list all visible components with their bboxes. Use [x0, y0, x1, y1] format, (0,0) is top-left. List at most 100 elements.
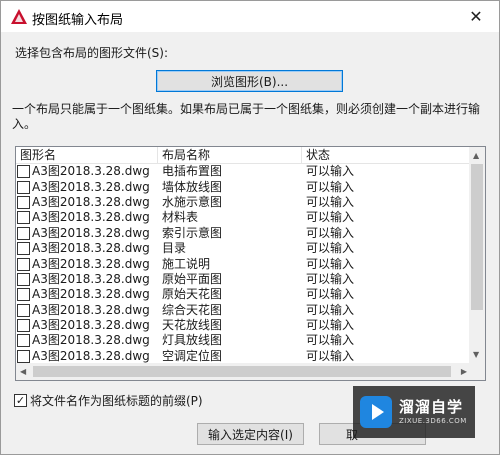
layout-list[interactable]: 图形名 布局名称 状态 A3图2018.3.28.dwg 电插布置图 可以输入 A3图…	[15, 146, 486, 381]
drawing-name: A3图2018.3.28.dwg	[32, 210, 150, 225]
layout-status: 可以输入	[306, 302, 355, 317]
list-row[interactable]: A3图2018.3.28.dwg 水施示意图 可以输入	[16, 195, 471, 210]
drawing-cell: A3图2018.3.28.dwg	[16, 164, 158, 179]
watermark-title: 溜溜自学	[399, 398, 464, 416]
drawing-cell: A3图2018.3.28.dwg	[16, 318, 158, 333]
layout-name: 索引示意图	[162, 225, 223, 240]
drawing-name: A3图2018.3.28.dwg	[32, 287, 150, 302]
scroll-up-icon[interactable]: ▲	[473, 151, 479, 161]
horizontal-scrollbar[interactable]: ◀ ▶	[16, 363, 471, 380]
layout-status: 可以输入	[306, 241, 355, 256]
row-checkbox[interactable]	[17, 349, 30, 363]
drawing-cell: A3图2018.3.28.dwg	[16, 333, 158, 348]
autocad-app-icon	[11, 9, 27, 24]
drawing-name: A3图2018.3.28.dwg	[32, 241, 150, 256]
import-selected-button[interactable]: 输入选定内容(I)	[197, 423, 304, 445]
drawing-cell: A3图2018.3.28.dwg	[16, 272, 158, 287]
row-checkbox[interactable]	[17, 334, 30, 348]
list-row[interactable]: A3图2018.3.28.dwg 施工说明 可以输入	[16, 256, 471, 271]
dialog-title: 按图纸输入布局	[32, 13, 124, 28]
row-checkbox[interactable]	[17, 242, 30, 256]
drawing-name: A3图2018.3.28.dwg	[32, 302, 150, 317]
drawing-cell: A3图2018.3.28.dwg	[16, 257, 158, 272]
list-row[interactable]: A3图2018.3.28.dwg 灯具放线图 可以输入	[16, 333, 471, 348]
layout-name: 原始平面图	[162, 271, 223, 286]
layout-status: 可以输入	[306, 164, 355, 179]
watermark-url: ZIXUE.3D66.COM	[399, 417, 467, 425]
filename-prefix-checkbox[interactable]: ✓ 将文件名作为图纸标题的前缀(P)	[14, 392, 203, 409]
drawing-name: A3图2018.3.28.dwg	[32, 333, 150, 348]
drawing-cell: A3图2018.3.28.dwg	[16, 303, 158, 318]
close-icon: ✕	[469, 7, 483, 26]
check-icon: ✓	[15, 394, 26, 407]
layout-name: 水施示意图	[162, 194, 223, 209]
column-drawing-name[interactable]: 图形名	[16, 147, 158, 164]
list-rows: A3图2018.3.28.dwg 电插布置图 可以输入 A3图2018.3.28.dw…	[16, 164, 471, 364]
row-checkbox[interactable]	[17, 272, 30, 286]
list-row[interactable]: A3图2018.3.28.dwg 空调定位图 可以输入	[16, 349, 471, 364]
drawing-cell: A3图2018.3.28.dwg	[16, 241, 158, 256]
watermark-overlay: 溜溜自学 ZIXUE.3D66.COM	[353, 386, 475, 438]
horizontal-scroll-thumb[interactable]	[33, 366, 451, 377]
layout-status: 可以输入	[306, 179, 355, 194]
row-checkbox[interactable]	[17, 319, 30, 333]
list-row[interactable]: A3图2018.3.28.dwg 原始天花图 可以输入	[16, 287, 471, 302]
layout-name: 墙体放线图	[162, 179, 223, 194]
scroll-down-icon[interactable]: ▼	[473, 350, 479, 360]
drawing-name: A3图2018.3.28.dwg	[32, 164, 150, 179]
row-checkbox[interactable]	[17, 288, 30, 302]
vertical-scroll-thumb[interactable]	[471, 164, 483, 310]
scrollbar-corner	[469, 363, 485, 380]
select-drawing-label: 选择包含布局的图形文件(S):	[15, 46, 169, 60]
layout-status: 可以输入	[306, 333, 355, 348]
column-layout-name[interactable]: 布局名称	[158, 147, 302, 164]
drawing-name: A3图2018.3.28.dwg	[32, 179, 150, 194]
layout-status: 可以输入	[306, 256, 355, 271]
layout-name: 施工说明	[162, 256, 211, 271]
scroll-left-icon[interactable]: ◀	[20, 367, 26, 377]
browse-drawing-button[interactable]: 浏览图形(B)...	[156, 70, 343, 92]
row-checkbox[interactable]	[17, 165, 30, 179]
drawing-cell: A3图2018.3.28.dwg	[16, 287, 158, 302]
list-row[interactable]: A3图2018.3.28.dwg 墙体放线图 可以输入	[16, 179, 471, 194]
row-checkbox[interactable]	[17, 226, 30, 240]
close-button[interactable]: ✕	[453, 1, 499, 32]
column-status[interactable]: 状态	[302, 147, 471, 164]
drawing-cell: A3图2018.3.28.dwg	[16, 210, 158, 225]
play-logo-icon	[360, 396, 392, 428]
layout-name: 原始天花图	[162, 287, 223, 302]
list-row[interactable]: A3图2018.3.28.dwg 原始平面图 可以输入	[16, 272, 471, 287]
checkbox-box[interactable]: ✓	[14, 394, 27, 407]
layout-name: 目录	[162, 241, 187, 256]
drawing-name: A3图2018.3.28.dwg	[32, 225, 150, 240]
row-checkbox[interactable]	[17, 180, 30, 194]
layout-status: 可以输入	[306, 225, 355, 240]
list-row[interactable]: A3图2018.3.28.dwg 综合天花图 可以输入	[16, 303, 471, 318]
layout-status: 可以输入	[306, 210, 355, 225]
filename-prefix-label: 将文件名作为图纸标题的前缀(P)	[30, 394, 203, 408]
row-checkbox[interactable]	[17, 211, 30, 225]
drawing-cell: A3图2018.3.28.dwg	[16, 195, 158, 210]
list-row[interactable]: A3图2018.3.28.dwg 天花放线图 可以输入	[16, 318, 471, 333]
vertical-scrollbar[interactable]: ▲ ▼	[469, 147, 485, 364]
drawing-name: A3图2018.3.28.dwg	[32, 256, 150, 271]
list-row[interactable]: A3图2018.3.28.dwg 电插布置图 可以输入	[16, 164, 471, 179]
layout-name: 综合天花图	[162, 302, 223, 317]
scroll-right-icon[interactable]: ▶	[461, 367, 467, 377]
row-checkbox[interactable]	[17, 195, 30, 209]
drawing-name: A3图2018.3.28.dwg	[32, 318, 150, 333]
row-checkbox[interactable]	[17, 303, 30, 317]
row-checkbox[interactable]	[17, 257, 30, 271]
layout-name: 材料表	[162, 210, 199, 225]
drawing-name: A3图2018.3.28.dwg	[32, 348, 150, 363]
list-row[interactable]: A3图2018.3.28.dwg 目录 可以输入	[16, 241, 471, 256]
layout-name: 空调定位图	[162, 348, 223, 363]
layout-status: 可以输入	[306, 287, 355, 302]
drawing-name: A3图2018.3.28.dwg	[32, 194, 150, 209]
list-row[interactable]: A3图2018.3.28.dwg 材料表 可以输入	[16, 210, 471, 225]
sheet-set-note: 一个布局只能属于一个图纸集。如果布局已属于一个图纸集，则必须创建一个副本进行输入…	[12, 102, 481, 131]
list-row[interactable]: A3图2018.3.28.dwg 索引示意图 可以输入	[16, 226, 471, 241]
title-bar: 按图纸输入布局 ✕	[1, 1, 499, 32]
drawing-cell: A3图2018.3.28.dwg	[16, 226, 158, 241]
layout-name: 灯具放线图	[162, 333, 223, 348]
